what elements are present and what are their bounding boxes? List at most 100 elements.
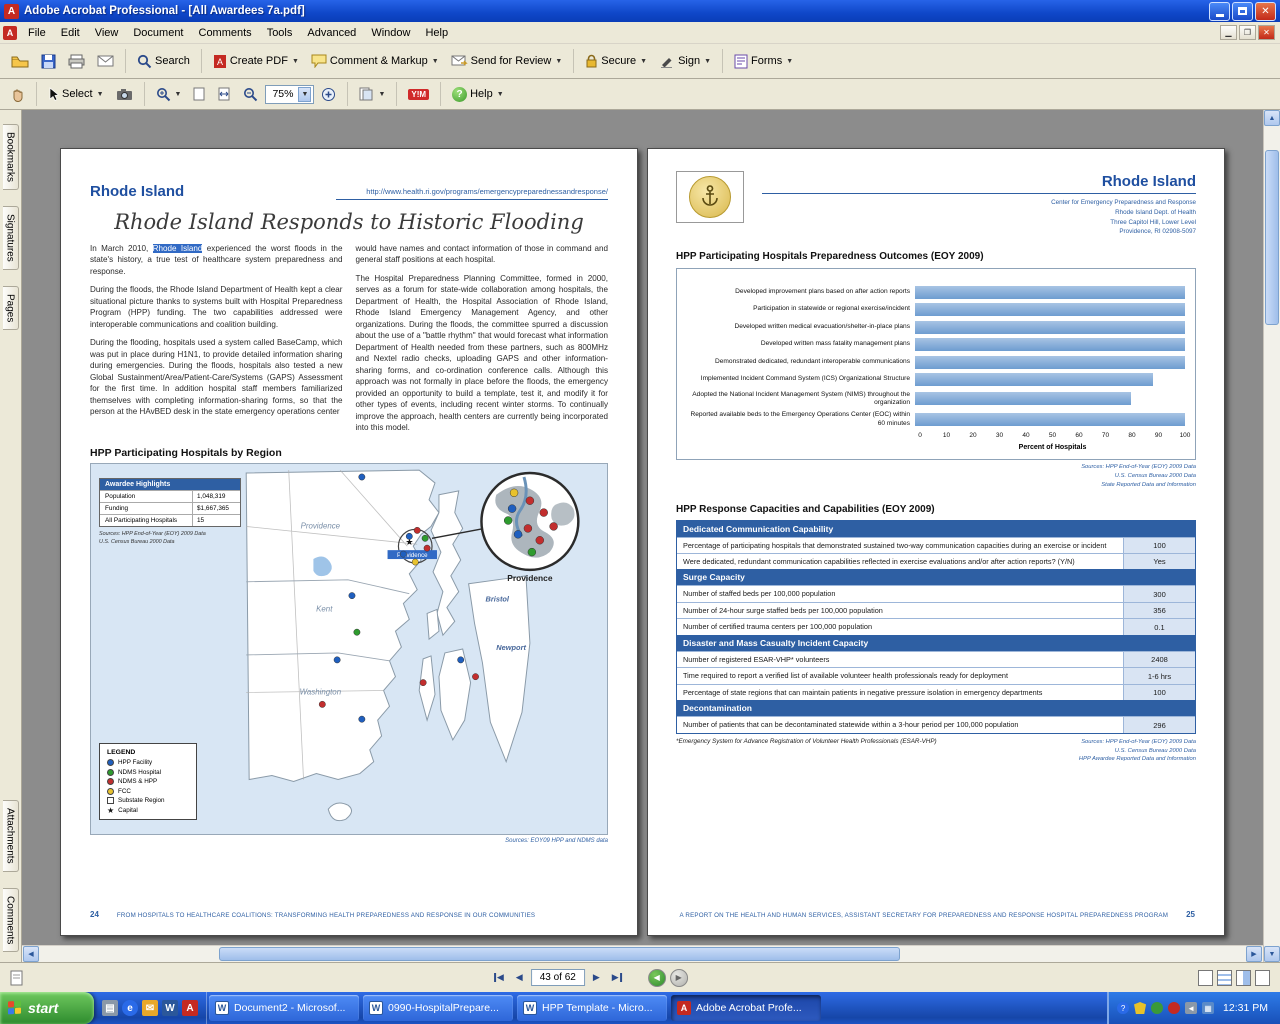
yahoo-messenger-button[interactable]: Y!M: [403, 85, 434, 104]
minimize-button[interactable]: [1209, 2, 1230, 21]
horizontal-scrollbar[interactable]: ◀ ▶: [22, 945, 1263, 962]
menu-tools[interactable]: Tools: [260, 24, 300, 42]
antivirus-icon[interactable]: [1151, 1002, 1163, 1014]
first-page-button[interactable]: ◀: [490, 969, 508, 986]
mdi-restore-button[interactable]: ❐: [1239, 25, 1256, 40]
capacities-table-title: HPP Response Capacities and Capabilities…: [676, 504, 1196, 515]
single-page-view-button[interactable]: [1198, 970, 1213, 986]
hand-tool-button[interactable]: [6, 83, 30, 106]
two-up-view-button[interactable]: [1236, 970, 1251, 986]
scroll-up-button[interactable]: ▲: [1264, 110, 1280, 126]
menu-edit[interactable]: Edit: [54, 24, 87, 42]
help-button[interactable]: ? Help▼: [447, 83, 509, 106]
save-button[interactable]: [36, 50, 61, 73]
awardee-highlights-title: Awardee Highlights: [100, 479, 240, 490]
open-button[interactable]: [6, 50, 34, 72]
ndms-hospital-swatch: [107, 769, 114, 776]
fit-width-button[interactable]: [212, 83, 236, 105]
bar: [915, 303, 1185, 316]
mdi-minimize-button[interactable]: ▁: [1220, 25, 1237, 40]
taskbar-task-acrobat[interactable]: AAdobe Acrobat Profe...: [671, 995, 821, 1021]
internet-explorer-icon[interactable]: e: [122, 1000, 138, 1016]
outlook-icon[interactable]: ✉: [142, 1000, 158, 1016]
word-icon[interactable]: W: [162, 1000, 178, 1016]
taskbar-task-word3[interactable]: WHPP Template - Micro...: [517, 995, 667, 1021]
highlights-sources: Sources: HPP End-of-Year (EOY) 2009 Data…: [99, 530, 241, 546]
full-screen-view-button[interactable]: [1255, 970, 1270, 986]
close-button[interactable]: ✕: [1255, 2, 1276, 21]
zoom-level-combo[interactable]: 75% ▼: [265, 85, 314, 104]
menu-comments[interactable]: Comments: [192, 24, 259, 42]
secure-button[interactable]: Secure▼: [580, 50, 652, 73]
tab-attachments[interactable]: Attachments: [3, 800, 19, 872]
zoom-level-value[interactable]: 75%: [272, 88, 293, 100]
network-icon[interactable]: ▦: [1202, 1002, 1214, 1014]
legend-item: FCC: [107, 788, 189, 795]
forms-button[interactable]: Forms▼: [729, 50, 798, 73]
scroll-left-button[interactable]: ◀: [23, 946, 39, 962]
title-bar: A Adobe Acrobat Professional - [All Awar…: [0, 0, 1280, 22]
capital-swatch: ★: [107, 807, 114, 814]
restore-button[interactable]: [1232, 2, 1253, 21]
snapshot-button[interactable]: [111, 84, 138, 105]
previous-page-button[interactable]: ◀: [512, 969, 527, 986]
start-button[interactable]: start: [0, 992, 94, 1024]
pdf-page-right: Rhode Island Center for Emergency Prepar…: [647, 148, 1225, 936]
highlight-value: $1,667,365: [192, 503, 240, 514]
actual-size-button[interactable]: [188, 83, 210, 105]
sign-button[interactable]: Sign▼: [654, 50, 716, 72]
legend-item: Substate Region: [107, 797, 189, 804]
tab-bookmarks[interactable]: Bookmarks: [3, 124, 19, 190]
previous-view-button[interactable]: ◀: [648, 969, 666, 987]
menu-window[interactable]: Window: [364, 24, 417, 42]
email-button[interactable]: [92, 51, 119, 71]
volume-icon[interactable]: ◄: [1185, 1002, 1197, 1014]
scroll-right-button[interactable]: ▶: [1246, 946, 1262, 962]
alert-icon[interactable]: [1168, 1002, 1180, 1014]
zoom-out-button[interactable]: [238, 83, 263, 106]
security-shield-icon[interactable]: [1134, 1002, 1146, 1014]
health-dept-url[interactable]: http://www.health.ri.gov/programs/emerge…: [336, 187, 608, 200]
taskbar-task-word2[interactable]: W0990-HospitalPrepare...: [363, 995, 513, 1021]
comment-markup-button[interactable]: Comment & Markup▼: [306, 50, 444, 72]
taskbar-task-word1[interactable]: WDocument2 - Microsof...: [209, 995, 359, 1021]
forms-label: Forms: [751, 55, 782, 67]
navigation-tab-strip: Bookmarks Signatures Pages Attachments C…: [0, 110, 22, 962]
print-button[interactable]: [63, 50, 90, 73]
tab-signatures[interactable]: Signatures: [3, 206, 19, 270]
ri-east-mainland-shape: [469, 576, 530, 762]
mdi-close-button[interactable]: ✕: [1258, 25, 1275, 40]
menu-view[interactable]: View: [88, 24, 126, 42]
menu-document[interactable]: Document: [126, 24, 190, 42]
next-view-button[interactable]: ▶: [670, 969, 688, 987]
help-tray-icon[interactable]: ?: [1117, 1002, 1129, 1014]
menu-advanced[interactable]: Advanced: [300, 24, 363, 42]
vertical-scrollbar[interactable]: ▲ ▼: [1263, 110, 1280, 962]
page-size-icon: [10, 970, 24, 986]
search-highlight: Rhode Island: [153, 244, 203, 253]
continuous-view-button[interactable]: [1217, 970, 1232, 986]
show-desktop-icon[interactable]: ▤: [102, 1000, 118, 1016]
create-pdf-button[interactable]: A Create PDF▼: [208, 50, 304, 73]
page-layout-button[interactable]: ▼: [354, 83, 390, 105]
menu-help[interactable]: Help: [418, 24, 455, 42]
horizontal-scroll-thumb[interactable]: [219, 947, 900, 961]
tab-pages[interactable]: Pages: [3, 286, 19, 330]
send-for-review-button[interactable]: Send for Review▼: [446, 51, 568, 71]
select-tool-button[interactable]: Select▼: [43, 83, 109, 105]
chevron-down-icon[interactable]: ▼: [298, 87, 311, 102]
acrobat-quicklaunch-icon[interactable]: A: [182, 1000, 198, 1016]
menu-file[interactable]: File: [21, 24, 53, 42]
page-indicator[interactable]: 43 of 62: [531, 969, 585, 986]
last-page-button[interactable]: ▶: [608, 969, 626, 986]
section-header: Disaster and Mass Casualty Incident Capa…: [677, 635, 1195, 651]
tab-comments[interactable]: Comments: [3, 888, 19, 952]
zoom-tool-button[interactable]: ▼: [151, 83, 187, 106]
zoom-in-button[interactable]: [316, 83, 341, 106]
quick-launch-bar: ▤ e ✉ W A: [94, 992, 207, 1024]
next-page-button[interactable]: ▶: [589, 969, 604, 986]
scroll-down-button[interactable]: ▼: [1264, 946, 1280, 962]
search-button[interactable]: Search: [132, 50, 195, 73]
vertical-scroll-thumb[interactable]: [1265, 150, 1279, 325]
windows-taskbar: start ▤ e ✉ W A WDocument2 - Microsof...…: [0, 992, 1280, 1024]
